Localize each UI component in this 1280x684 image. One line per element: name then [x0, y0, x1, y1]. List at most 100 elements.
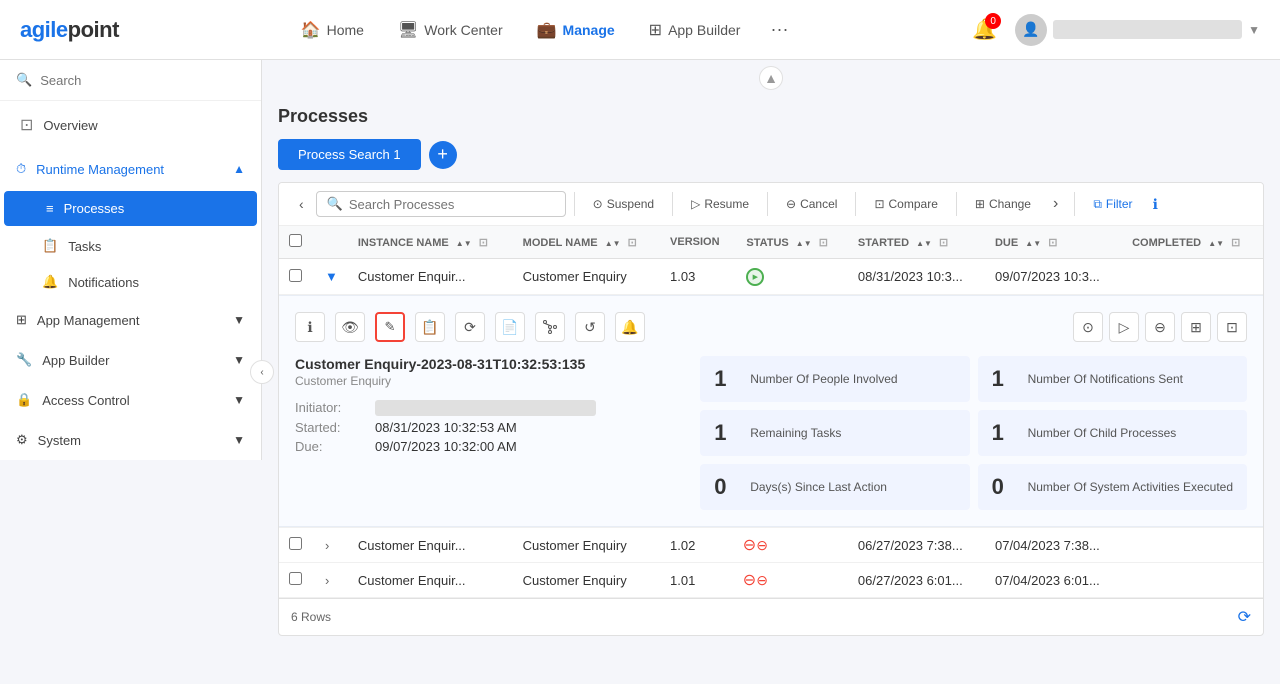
tool-view-button[interactable]: 👁 [335, 312, 365, 342]
top-collapse-area: ▲ [262, 60, 1280, 96]
avatar-icon: 👤 [1022, 21, 1039, 38]
tool-history-button[interactable]: ⟳ [455, 312, 485, 342]
nav-manage[interactable]: 💼 Manage [523, 14, 629, 46]
separator-6 [1074, 192, 1075, 216]
cancel-button[interactable]: ⊖ Cancel [776, 193, 847, 215]
expanded-tools-row: ℹ 👁 ✎ 📋 ⟳ 📄 [295, 312, 1247, 342]
row3-checkbox[interactable] [289, 572, 302, 585]
rt-icon-4[interactable]: ⊞ [1181, 312, 1211, 342]
sidebar-section-accesscontrol[interactable]: 🔒 Access Control ▼ [0, 380, 261, 420]
tool-bell-button[interactable]: 🔔 [615, 312, 645, 342]
sidebar-item-processes[interactable]: ≡ Processes [4, 191, 257, 226]
add-tab-button[interactable]: + [429, 141, 457, 169]
row2-expand-button[interactable]: › [325, 538, 329, 553]
th-instance-name: INSTANCE NAME ▲▼ ⊡ [348, 226, 513, 259]
sidebar-section-appbuilder[interactable]: 🔧 App Builder ▼ [0, 340, 261, 380]
sidebar-search-input[interactable] [40, 73, 245, 88]
nav-appbuilder[interactable]: ⊞ App Builder [635, 14, 755, 46]
sidebar-item-notifications[interactable]: 🔔 Notifications [0, 264, 261, 300]
filter-completed-icon[interactable]: ⊡ [1231, 237, 1240, 249]
row2-checkbox[interactable] [289, 537, 302, 550]
row1-due: 09/07/2023 10:3... [985, 259, 1122, 295]
back-button[interactable]: ‹ [291, 192, 312, 216]
user-dropdown-icon: ▼ [1248, 23, 1260, 37]
monitor-icon: 🖥 [398, 20, 418, 40]
rt-icon-5[interactable]: ⊡ [1217, 312, 1247, 342]
resume-button[interactable]: ▷ Resume [681, 193, 759, 215]
row1-checkbox[interactable] [289, 269, 302, 282]
th-completed: COMPLETED ▲▼ ⊡ [1122, 226, 1263, 259]
row1-checkbox-cell [279, 259, 315, 295]
sidebar-item-tasks[interactable]: 📋 Tasks [0, 228, 261, 264]
nav-more-button[interactable]: ··· [760, 13, 798, 46]
row3-due: 07/04/2023 6:01... [985, 563, 1122, 598]
sidebar-section-system[interactable]: ⚙ System ▼ [0, 420, 261, 460]
expanded-content-area: ℹ 👁 ✎ 📋 ⟳ 📄 [279, 295, 1263, 527]
filter-started-icon[interactable]: ⊡ [939, 237, 948, 249]
stat-remaining-tasks: 1 Remaining Tasks [700, 410, 969, 456]
tool-tree-button[interactable] [535, 312, 565, 342]
nav-workcenter[interactable]: 🖥 Work Center [384, 14, 517, 46]
sort-status-icon[interactable]: ▲▼ [796, 239, 812, 248]
change-button[interactable]: ⊞ Change [965, 193, 1041, 215]
sort-model-name-icon[interactable]: ▲▼ [605, 239, 621, 248]
sidebar-collapse-button[interactable]: ‹ [250, 360, 274, 384]
tool-refresh-button[interactable]: ↺ [575, 312, 605, 342]
filter-due-icon[interactable]: ⊡ [1048, 237, 1057, 249]
expanded-stats-grid: 1 Number Of People Involved 1 Number Of … [700, 356, 1247, 510]
expanded-due-value: 09/07/2023 10:32:00 AM [375, 439, 517, 454]
row3-completed [1122, 563, 1263, 598]
search-processes-area[interactable]: 🔍 [316, 191, 566, 217]
sidebar-search-area[interactable]: 🔍 [0, 60, 261, 101]
username-display: ██████████████ [1053, 20, 1242, 39]
rt-icon-3[interactable]: ⊖ [1145, 312, 1175, 342]
stat-notifications-sent: 1 Number Of Notifications Sent [978, 356, 1247, 402]
expanded-cell: ℹ 👁 ✎ 📋 ⟳ 📄 [279, 295, 1263, 528]
row2-started: 06/27/2023 7:38... [848, 528, 985, 563]
notifications-bell-button[interactable]: 🔔 0 [966, 11, 1003, 48]
top-navigation: agilepoint 🏠 Home 🖥 Work Center 💼 Manage… [0, 0, 1280, 60]
sort-completed-icon[interactable]: ▲▼ [1208, 239, 1224, 248]
processes-table-container: ‹ 🔍 ⊙ Suspend ▷ Resume [278, 182, 1264, 636]
nav-home[interactable]: 🏠 Home [287, 14, 378, 46]
sidebar-section-runtime[interactable]: ⏱ Runtime Management ▲ [0, 149, 261, 189]
row3-expand-button[interactable]: › [325, 573, 329, 588]
nav-menu: 🏠 Home 🖥 Work Center 💼 Manage ⊞ App Buil… [287, 13, 799, 46]
search-processes-input[interactable] [349, 197, 555, 212]
tool-document-button[interactable]: 📄 [495, 312, 525, 342]
logo[interactable]: agilepoint [20, 17, 119, 43]
compare-button[interactable]: ⊡ Compare [864, 193, 947, 215]
info-button[interactable]: ℹ [1147, 192, 1164, 217]
notifications-icon: 🔔 [42, 274, 58, 290]
sidebar-section-appmanagement[interactable]: ⊞ App Management ▼ [0, 300, 261, 340]
rt-icon-2[interactable]: ▷ [1109, 312, 1139, 342]
th-expand [315, 226, 348, 259]
cancel-icon: ⊖ [786, 197, 796, 211]
suspend-button[interactable]: ⊙ Suspend [583, 193, 664, 215]
sort-instance-name-icon[interactable]: ▲▼ [456, 239, 472, 248]
toolbar-more-arrow[interactable]: › [1045, 191, 1066, 217]
sort-due-icon[interactable]: ▲▼ [1025, 239, 1041, 248]
filter-model-name-icon[interactable]: ⊡ [628, 237, 637, 249]
rt-icon-1[interactable]: ⊙ [1073, 312, 1103, 342]
row1-expand-button[interactable]: ▼ [325, 269, 338, 284]
tool-info-button[interactable]: ℹ [295, 312, 325, 342]
refresh-table-button[interactable]: ⟳ [1238, 609, 1251, 626]
row3-status-icon: ⊖ [746, 571, 764, 589]
tasks-icon: 📋 [42, 238, 58, 254]
filter-button[interactable]: ⧉ Filter [1083, 193, 1142, 216]
top-collapse-button[interactable]: ▲ [759, 66, 783, 90]
system-icon: ⚙ [16, 432, 28, 448]
tool-edit-button[interactable]: ✎ [375, 312, 405, 342]
sidebar-item-overview[interactable]: ⊡ Overview [4, 103, 257, 147]
sort-started-icon[interactable]: ▲▼ [916, 239, 932, 248]
user-menu-button[interactable]: 👤 ██████████████ ▼ [1015, 14, 1260, 46]
filter-status-icon[interactable]: ⊡ [819, 237, 828, 249]
stat-people-involved: 1 Number Of People Involved [700, 356, 969, 402]
filter-instance-name-icon[interactable]: ⊡ [479, 237, 488, 249]
select-all-checkbox[interactable] [289, 234, 302, 247]
home-icon: 🏠 [301, 20, 321, 40]
tab-process-search-1[interactable]: Process Search 1 [278, 139, 421, 170]
tool-clipboard-button[interactable]: 📋 [415, 312, 445, 342]
grid-icon: ⊞ [649, 20, 662, 40]
